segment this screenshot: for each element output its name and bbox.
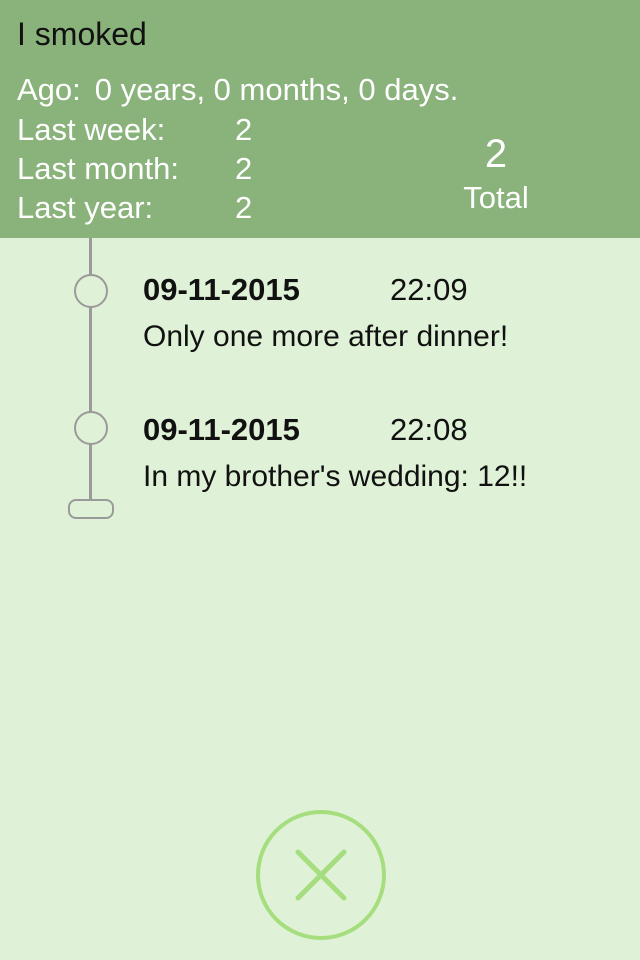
stat-value: 2 <box>235 190 253 225</box>
close-icon <box>295 849 347 901</box>
entry-time: 22:08 <box>390 412 468 447</box>
summary-header: I smoked Ago: 0 years, 0 months, 0 days. … <box>0 0 640 238</box>
timeline-dot <box>74 411 108 445</box>
entry-note: Only one more after dinner! <box>143 320 509 353</box>
stat-label: Last year: <box>17 190 154 225</box>
entry-date: 09-11-2015 <box>143 412 300 447</box>
timeline-dot <box>74 274 108 308</box>
close-button[interactable] <box>256 810 386 940</box>
ago-row: Ago: 0 years, 0 months, 0 days. <box>17 72 458 108</box>
stat-last-month: Last month: 2 <box>17 151 252 187</box>
stat-value: 2 <box>235 112 253 147</box>
ago-label: Ago: <box>17 72 81 107</box>
stat-last-year: Last year: 2 <box>17 190 252 226</box>
stat-value: 2 <box>235 151 253 186</box>
entry-time: 22:09 <box>390 272 468 307</box>
stat-last-week: Last week: 2 <box>17 112 252 148</box>
stat-label: Last week: <box>17 112 166 147</box>
timeline-end-cap <box>68 499 114 519</box>
page-title: I smoked <box>17 16 147 52</box>
entry-note: In my brother's wedding: 12!! <box>143 460 528 493</box>
entry-date: 09-11-2015 <box>143 272 300 307</box>
total-label: Total <box>463 180 529 215</box>
stat-label: Last month: <box>17 151 179 186</box>
total-count: 2 <box>484 132 508 176</box>
ago-value: 0 years, 0 months, 0 days. <box>94 72 459 107</box>
